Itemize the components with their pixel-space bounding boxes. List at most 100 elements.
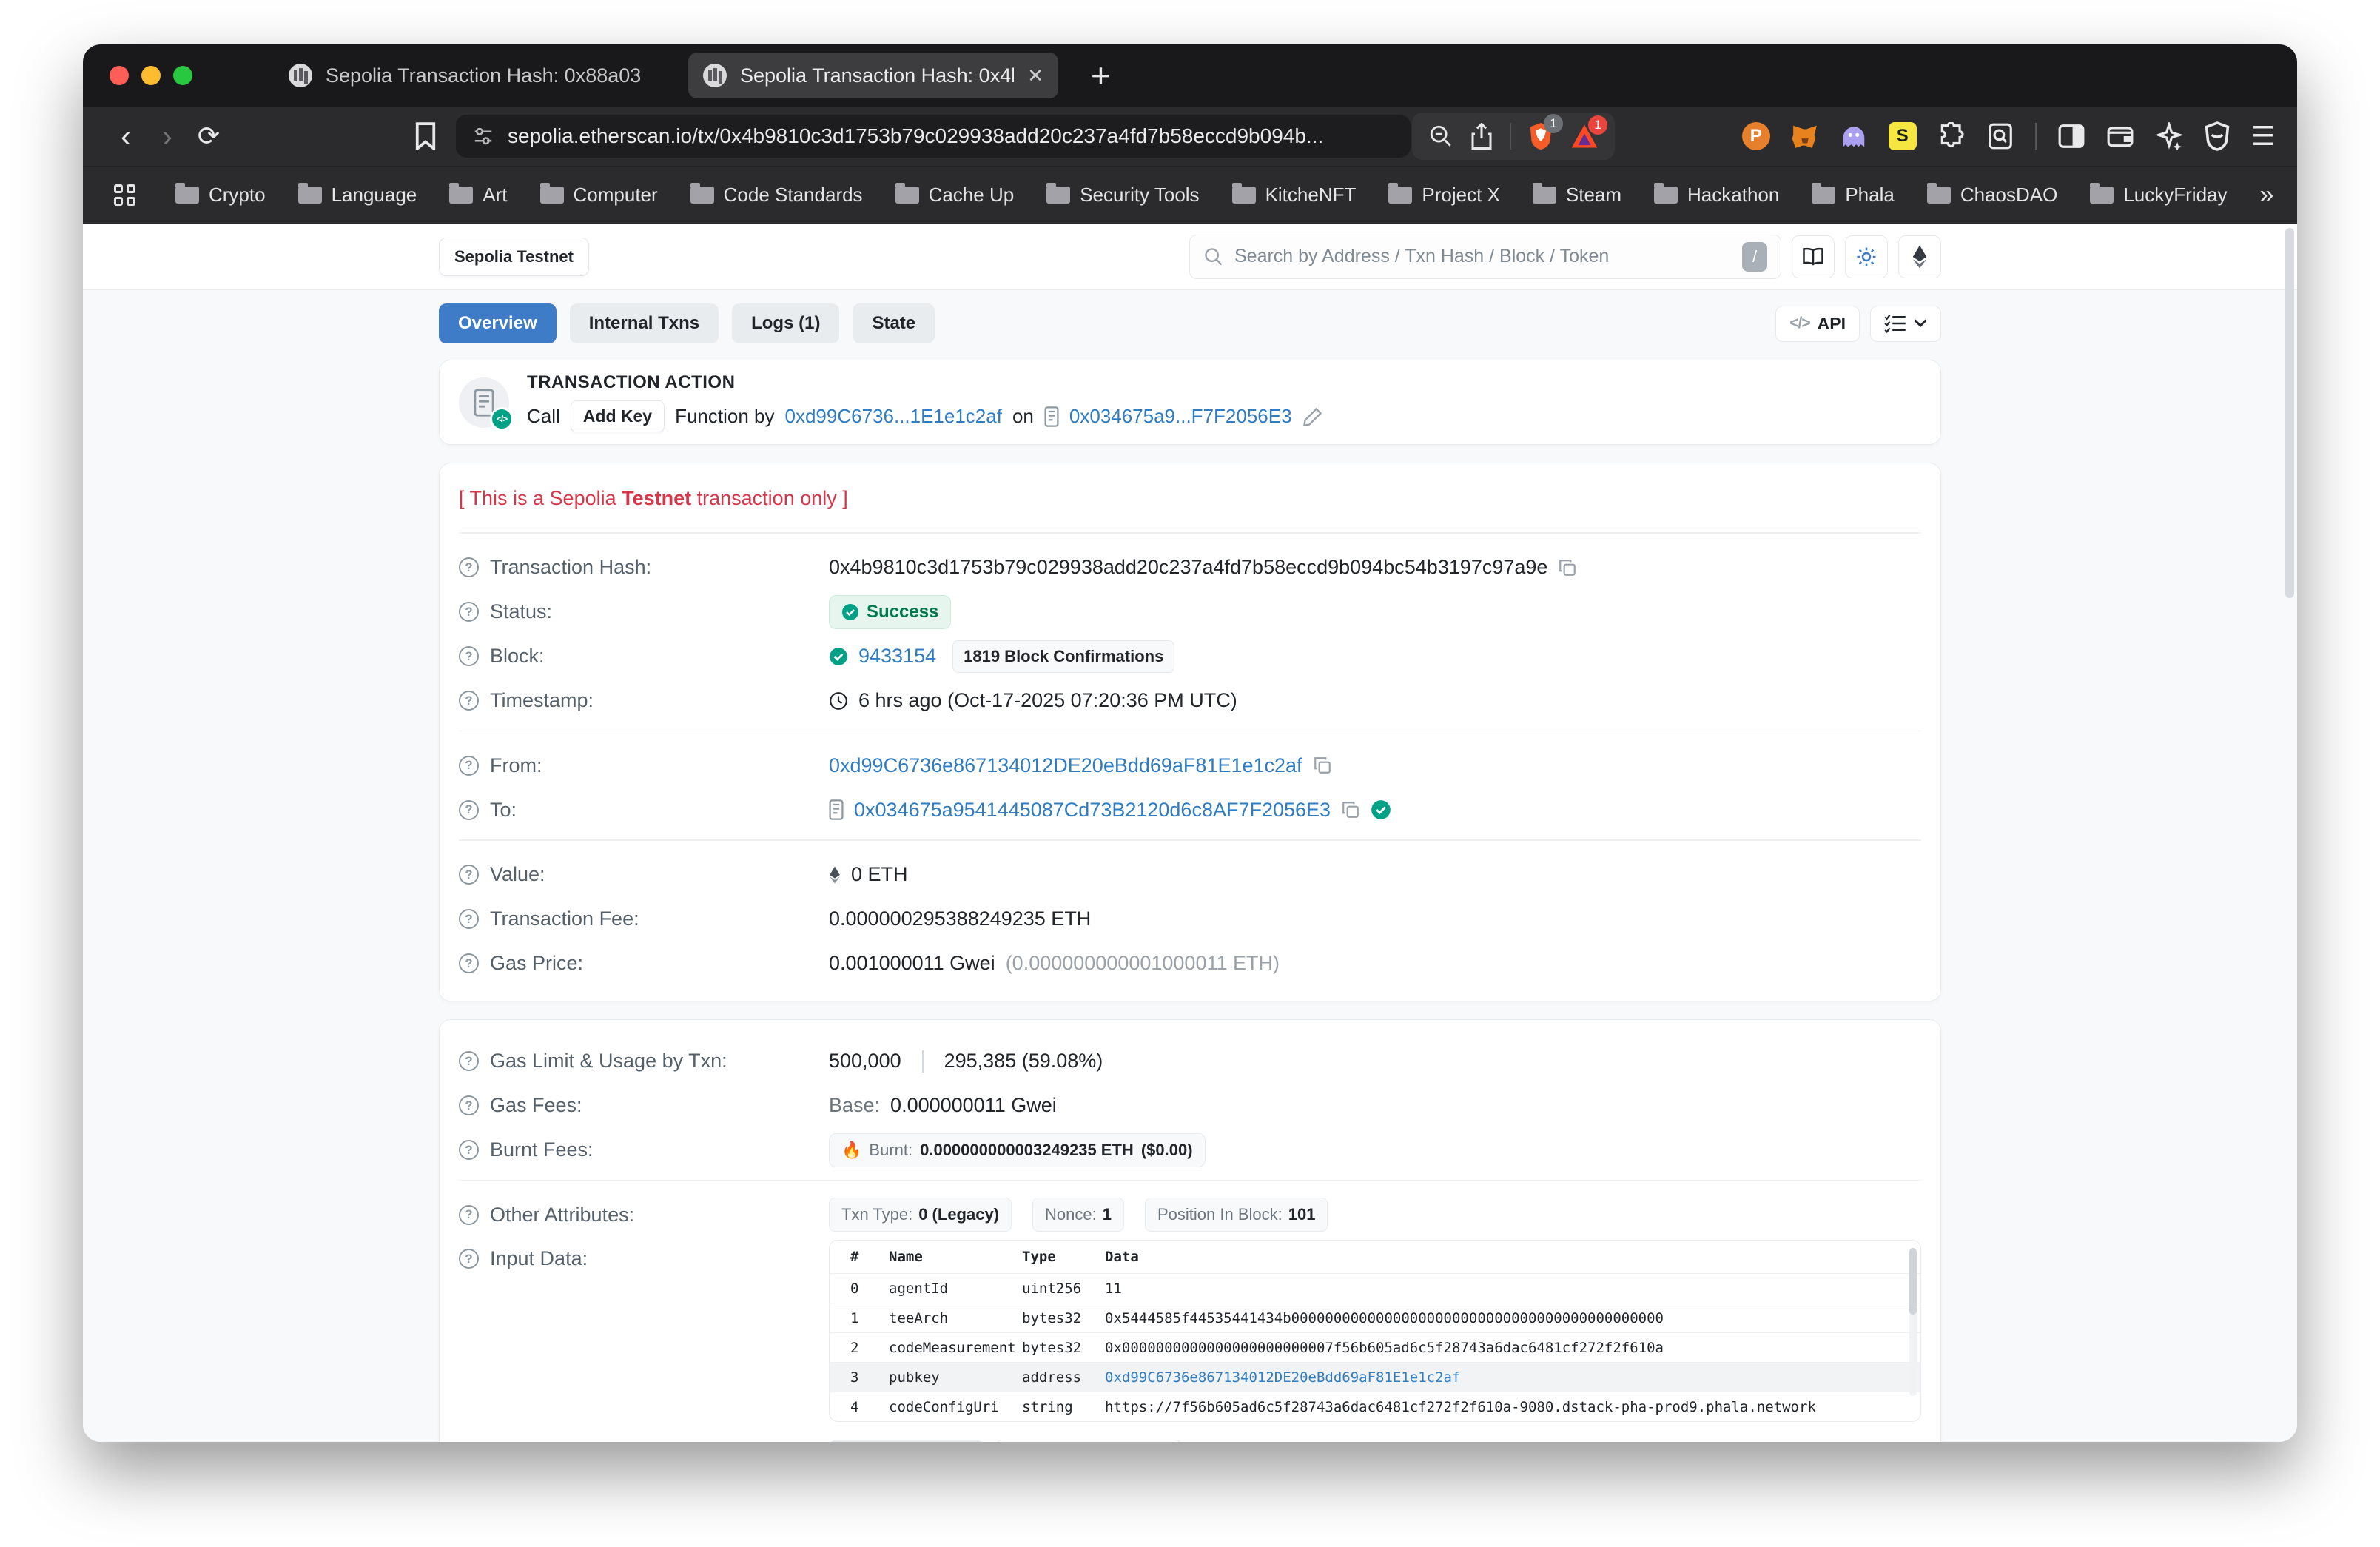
help-icon[interactable]: ? xyxy=(459,1205,479,1225)
help-icon[interactable]: ? xyxy=(459,1140,479,1160)
from-address-link[interactable]: 0xd99C6736...1E1e1c2af xyxy=(785,405,1002,428)
input-data-table[interactable]: # Name Type Data 0agentIduint25611 1teeA… xyxy=(829,1240,1921,1422)
bookmark-folder-computer[interactable]: Computer xyxy=(540,184,658,207)
bookmark-folder-crypto[interactable]: Crypto xyxy=(175,184,266,207)
burnt-usd: ($0.00) xyxy=(1141,1141,1193,1160)
zoom-out-icon[interactable] xyxy=(1428,124,1453,149)
pubkey-address-link[interactable]: 0xd99C6736e867134012DE20eBdd69aF81E1e1c2… xyxy=(1105,1369,1886,1386)
tab-overview[interactable]: Overview xyxy=(439,303,557,343)
bookmark-folder-language[interactable]: Language xyxy=(298,184,417,207)
help-icon[interactable]: ? xyxy=(459,1051,479,1071)
copy-icon[interactable] xyxy=(1558,558,1577,577)
page-scrollbar[interactable] xyxy=(2285,228,2294,598)
transaction-hash-value: 0x4b9810c3d1753b79c029938add20c237a4fd7b… xyxy=(829,556,1547,579)
polkadot-extension-icon[interactable]: P xyxy=(1742,122,1770,150)
bookmark-folder-luckyfriday[interactable]: LuckyFriday xyxy=(2090,184,2227,207)
tab-title: Sepolia Transaction Hash: 0x4b9 xyxy=(740,64,1014,87)
minimize-window-button[interactable] xyxy=(141,66,161,85)
help-icon[interactable]: ? xyxy=(459,909,479,929)
from-address-link[interactable]: 0xd99C6736e867134012DE20eBdd69aF81E1e1c2… xyxy=(829,754,1302,777)
bookmark-folder-phala[interactable]: Phala xyxy=(1812,184,1895,207)
display-options-button[interactable] xyxy=(1870,306,1941,342)
help-icon[interactable]: ? xyxy=(459,691,479,711)
divider xyxy=(459,532,1921,534)
row-transaction-hash: ?Transaction Hash: 0x4b9810c3d1753b79c02… xyxy=(459,546,1921,590)
help-icon[interactable]: ? xyxy=(459,865,479,885)
copy-icon[interactable] xyxy=(1313,756,1332,775)
bookmark-this-page-icon[interactable] xyxy=(414,122,437,150)
tab-inactive[interactable]: Sepolia Transaction Hash: 0x88a03 xyxy=(289,64,644,87)
bookmark-folder-security-tools[interactable]: Security Tools xyxy=(1046,184,1199,207)
help-icon[interactable]: ? xyxy=(459,602,479,622)
page-actions: 1 1 xyxy=(1412,113,1615,160)
close-tab-icon[interactable]: ✕ xyxy=(1027,64,1043,87)
bookmark-folder-code-standards[interactable]: Code Standards xyxy=(690,184,863,207)
bookmark-folder-art[interactable]: Art xyxy=(449,184,507,207)
search-input[interactable] xyxy=(1234,246,1732,267)
close-window-button[interactable] xyxy=(110,66,129,85)
input-data-actions: ↺ Switch Back View In Decoder xyxy=(829,1440,1921,1442)
url-text[interactable]: sepolia.etherscan.io/tx/0x4b9810c3d1753b… xyxy=(508,124,1394,148)
bookmark-label: Project X xyxy=(1422,184,1500,207)
docs-button[interactable] xyxy=(1792,235,1835,278)
table-scrollbar[interactable] xyxy=(1909,1248,1917,1396)
bookmark-folder-kitchenft[interactable]: KitcheNFT xyxy=(1232,184,1357,207)
copy-icon[interactable] xyxy=(1341,800,1360,819)
new-tab-button[interactable]: + xyxy=(1091,58,1111,93)
help-icon[interactable]: ? xyxy=(459,1249,479,1269)
help-icon[interactable]: ? xyxy=(459,557,479,577)
wallet-icon[interactable] xyxy=(2106,122,2134,150)
maximize-window-button[interactable] xyxy=(173,66,192,85)
help-icon[interactable]: ? xyxy=(459,1095,479,1115)
forward-button[interactable]: › xyxy=(147,121,188,152)
tab-logs[interactable]: Logs (1) xyxy=(732,303,839,343)
help-icon[interactable]: ? xyxy=(459,953,479,973)
url-bar[interactable]: sepolia.etherscan.io/tx/0x4b9810c3d1753b… xyxy=(456,115,1411,158)
network-badge[interactable]: Sepolia Testnet xyxy=(439,238,589,276)
tab-active[interactable]: Sepolia Transaction Hash: 0x4b9 ✕ xyxy=(688,53,1058,98)
block-number-link[interactable]: 9433154 xyxy=(858,645,936,668)
page-search-extension-icon[interactable] xyxy=(1986,122,2014,150)
nonce-badge: Nonce:1 xyxy=(1032,1198,1124,1232)
folder-icon xyxy=(1654,187,1678,204)
help-icon[interactable]: ? xyxy=(459,800,479,820)
site-settings-icon[interactable] xyxy=(472,125,494,147)
help-icon[interactable]: ? xyxy=(459,646,479,666)
help-icon[interactable]: ? xyxy=(459,756,479,776)
menu-icon[interactable]: ☰ xyxy=(2251,121,2275,152)
tab-state[interactable]: State xyxy=(853,303,935,343)
bookmark-folder-chaosdao[interactable]: ChaosDAO xyxy=(1927,184,2058,207)
network-switch-button[interactable] xyxy=(1898,235,1941,278)
leo-ai-icon[interactable] xyxy=(2155,122,2183,150)
add-key-method-button[interactable]: Add Key xyxy=(571,400,665,432)
metamask-extension-icon[interactable] xyxy=(1791,122,1819,150)
apps-grid-icon[interactable] xyxy=(114,184,135,206)
to-contract-link[interactable]: 0x034675a9...F7F2056E3 xyxy=(1069,405,1292,428)
bookmark-folder-cache-up[interactable]: Cache Up xyxy=(895,184,1015,207)
extensions-puzzle-icon[interactable] xyxy=(1937,122,1966,150)
to-contract-link[interactable]: 0x034675a9541445087Cd73B2120d6c8AF7F2056… xyxy=(854,799,1331,822)
brave-rewards-icon[interactable]: 1 xyxy=(1570,123,1599,150)
tab-internal-txns[interactable]: Internal Txns xyxy=(570,303,719,343)
substack-extension-icon[interactable]: S xyxy=(1889,122,1917,150)
share-icon[interactable] xyxy=(1470,123,1493,150)
back-button[interactable]: ‹ xyxy=(105,121,147,152)
base-fee-label: Base: xyxy=(829,1094,880,1117)
bookmark-folder-hackathon[interactable]: Hackathon xyxy=(1654,184,1779,207)
sidebar-toggle-icon[interactable] xyxy=(2057,122,2085,150)
view-in-decoder-button[interactable]: View In Decoder xyxy=(995,1440,1183,1442)
search-box[interactable]: / xyxy=(1189,235,1781,279)
brave-shield-icon[interactable]: 1 xyxy=(1527,121,1554,151)
bookmark-folder-project-x[interactable]: Project X xyxy=(1388,184,1500,207)
vpn-shield-icon[interactable] xyxy=(2204,121,2231,151)
bookmarks-overflow-button[interactable]: » xyxy=(2260,181,2274,209)
row-timestamp: ?Timestamp: 6 hrs ago (Oct-17-2025 07:20… xyxy=(459,679,1921,723)
bookmark-folder-steam[interactable]: Steam xyxy=(1533,184,1621,207)
switch-back-button[interactable]: ↺ Switch Back xyxy=(829,1440,984,1442)
slash-shortcut-key: / xyxy=(1742,242,1767,272)
theme-button[interactable] xyxy=(1845,235,1888,278)
edit-pencil-icon[interactable] xyxy=(1302,406,1323,427)
api-button[interactable]: </>API xyxy=(1775,306,1860,342)
reload-button[interactable]: ⟳ xyxy=(188,123,229,150)
phantom-extension-icon[interactable] xyxy=(1840,122,1868,150)
